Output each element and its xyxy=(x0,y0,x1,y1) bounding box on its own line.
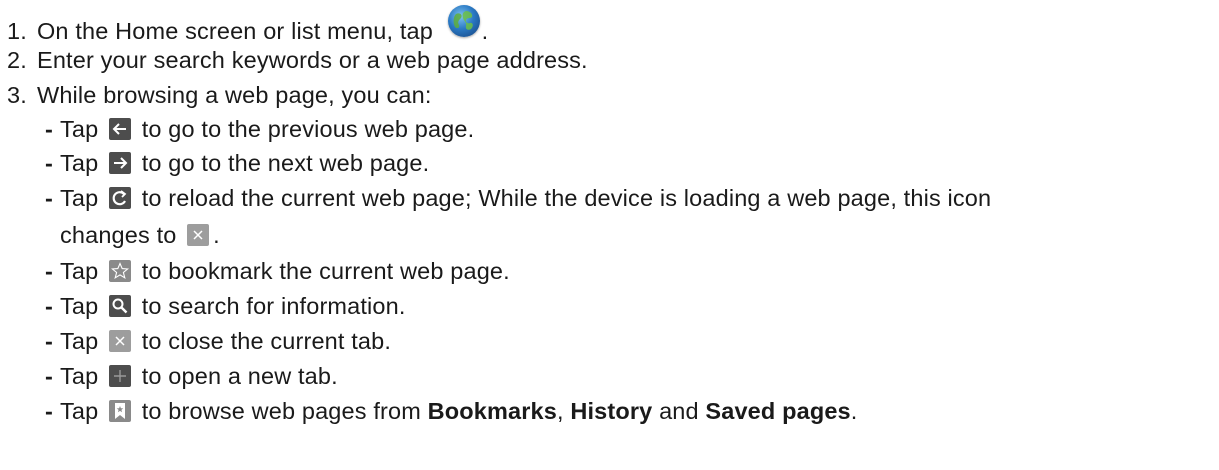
bullet-dash: - xyxy=(45,398,53,424)
bullet-text-end: . xyxy=(213,222,220,248)
tap-label: Tap xyxy=(60,116,99,142)
bullet-reload: - Tap to reload the current web page; Whi… xyxy=(45,183,991,213)
bookmarks-term: Bookmarks xyxy=(427,398,557,424)
bullet-text: to bookmark the current web page. xyxy=(141,258,510,284)
tap-label: Tap xyxy=(60,363,99,389)
bullet-dash: - xyxy=(45,328,53,354)
bullet-dash: - xyxy=(45,258,53,284)
step-text-end: . xyxy=(481,18,489,44)
tap-label: Tap xyxy=(60,185,99,211)
step-2: 2. Enter your search keywords or a web pa… xyxy=(7,45,588,75)
bullet-text: to open a new tab. xyxy=(141,363,338,389)
period: . xyxy=(850,398,858,424)
bullet-bookmarks-list: - Tap to browse web pages from Bookmarks,… xyxy=(45,396,857,426)
globe-icon xyxy=(447,5,480,37)
search-icon xyxy=(109,295,132,317)
step-number: 1. xyxy=(7,18,27,44)
bullet-dash: - xyxy=(45,185,53,211)
bullet-back: - Tap to go to the previous web page. xyxy=(45,114,474,144)
saved-pages-term: Saved pages xyxy=(705,398,851,424)
tap-label: Tap xyxy=(60,293,99,319)
comma: , xyxy=(556,398,564,424)
bullet-search: - Tap to search for information. xyxy=(45,291,406,321)
arrow-right-icon xyxy=(109,152,132,174)
refresh-icon xyxy=(109,187,132,209)
bullet-text: to browse web pages from xyxy=(141,398,421,424)
bullet-text: to close the current tab. xyxy=(141,328,392,354)
bullet-text: to go to the previous web page. xyxy=(141,116,475,142)
arrow-left-icon xyxy=(109,118,132,140)
history-term: History xyxy=(570,398,653,424)
and-text: and xyxy=(659,398,699,424)
close-icon xyxy=(187,224,210,246)
bullet-bookmark: - Tap to bookmark the current web page. xyxy=(45,256,510,286)
bookmark-icon xyxy=(109,400,132,422)
bullet-text: to reload the current web page; While th… xyxy=(141,185,992,211)
bullet-forward: - Tap to go to the next web page. xyxy=(45,148,429,178)
step-text: On the Home screen or list menu, tap xyxy=(37,18,433,44)
bullet-dash: - xyxy=(45,150,53,176)
bullet-dash: - xyxy=(45,116,53,142)
tap-label: Tap xyxy=(60,328,99,354)
step-number: 3. xyxy=(7,82,27,108)
step-text: Enter your search keywords or a web page… xyxy=(37,47,588,73)
tap-label: Tap xyxy=(60,398,99,424)
plus-icon xyxy=(109,365,132,387)
close-icon xyxy=(109,330,132,352)
bullet-text: changes to xyxy=(60,222,177,248)
star-icon xyxy=(109,260,132,282)
step-text: While browsing a web page, you can: xyxy=(37,82,432,108)
bullet-new-tab: - Tap to open a new tab. xyxy=(45,361,338,391)
bullet-dash: - xyxy=(45,363,53,389)
bullet-text: to go to the next web page. xyxy=(141,150,430,176)
bullet-close-tab: - Tap to close the current tab. xyxy=(45,326,391,356)
bullet-text: to search for information. xyxy=(141,293,406,319)
bullet-reload-continued: changes to . xyxy=(60,220,220,250)
instructions-document: 1. On the Home screen or list menu, tap .… xyxy=(0,0,1219,470)
step-3: 3. While browsing a web page, you can: xyxy=(7,80,432,110)
tap-label: Tap xyxy=(60,150,99,176)
step-1: 1. On the Home screen or list menu, tap . xyxy=(7,5,488,46)
step-number: 2. xyxy=(7,47,27,73)
tap-label: Tap xyxy=(60,258,99,284)
bullet-dash: - xyxy=(45,293,53,319)
